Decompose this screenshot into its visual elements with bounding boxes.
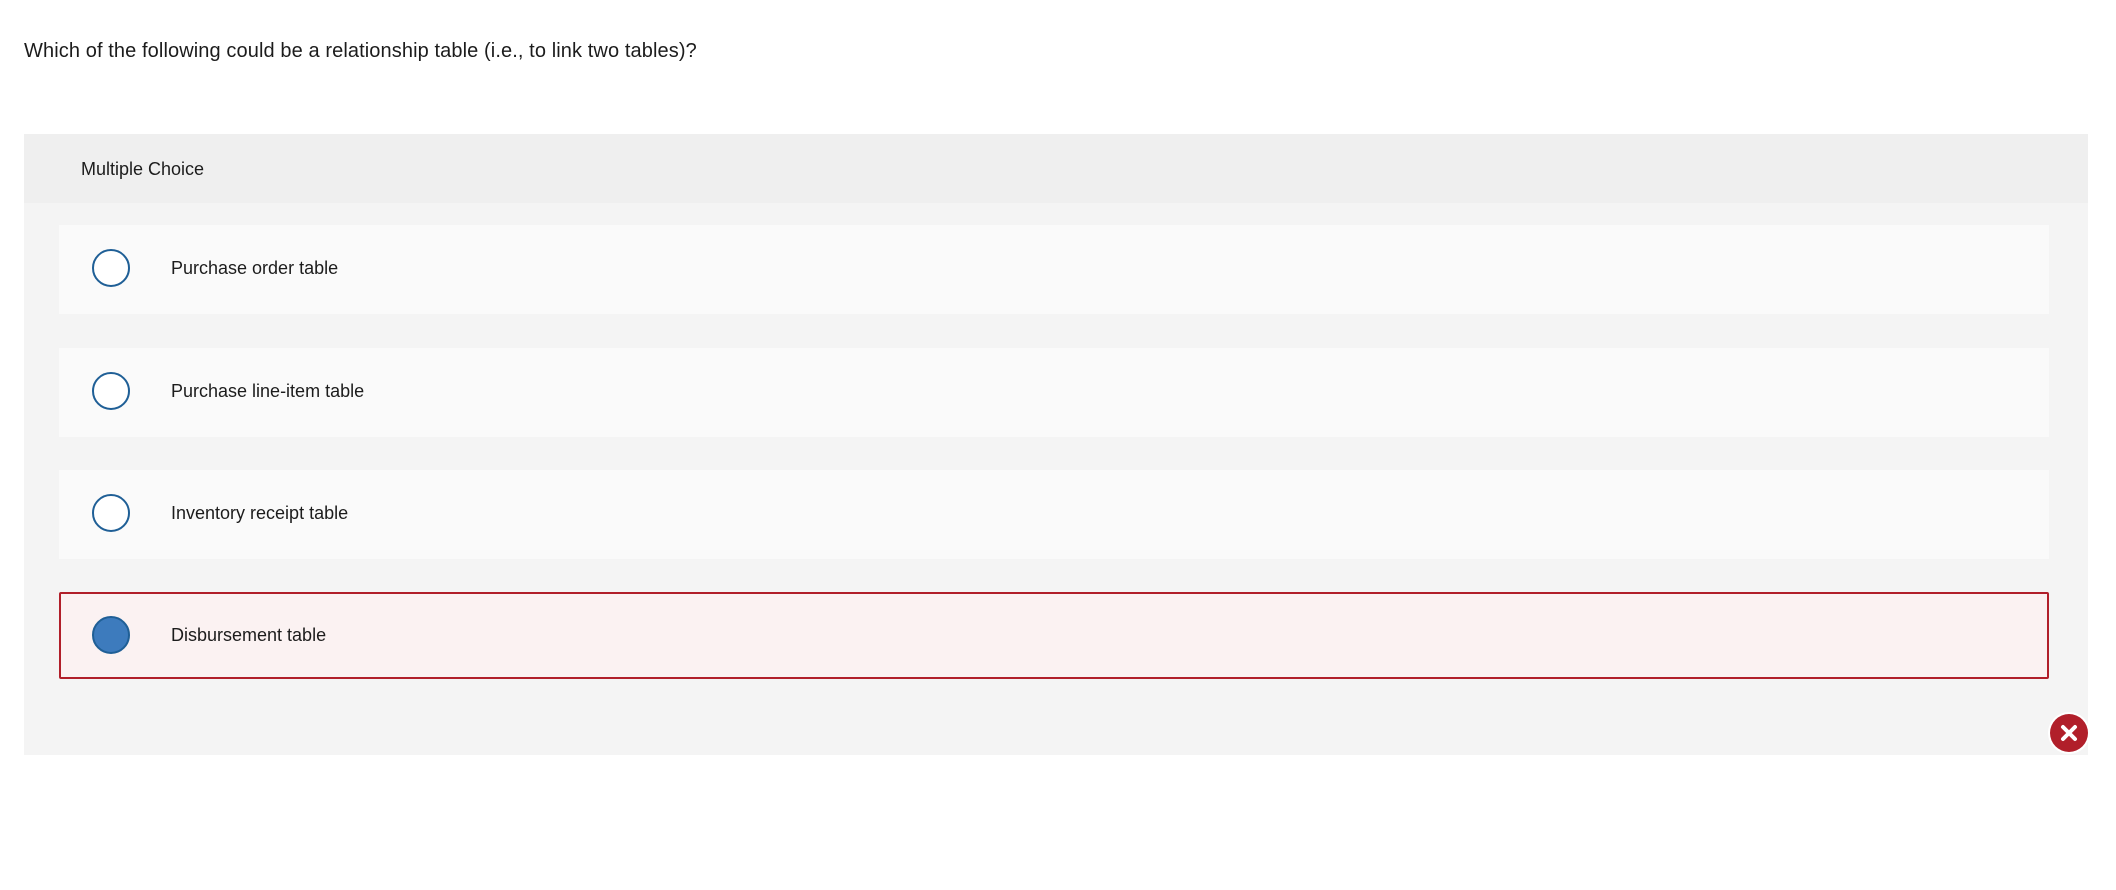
- panel-title: Multiple Choice: [81, 159, 205, 179]
- option-label: Disbursement table: [171, 625, 327, 645]
- answer-option-purchase-line-item[interactable]: Purchase line-item table: [59, 348, 2049, 437]
- option-label: Purchase order table: [171, 258, 339, 278]
- radio-button-selected[interactable]: [92, 616, 130, 654]
- answer-option-inventory-receipt[interactable]: Inventory receipt table: [59, 470, 2049, 559]
- option-label: Purchase line-item table: [171, 381, 365, 401]
- panel-header: Multiple Choice: [24, 134, 2088, 203]
- radio-button[interactable]: [92, 494, 130, 532]
- question-prompt: Which of the following could be a relati…: [24, 40, 697, 62]
- radio-button[interactable]: [92, 372, 130, 410]
- option-label: Inventory receipt table: [171, 503, 349, 523]
- close-icon: [2061, 725, 2077, 741]
- radio-button[interactable]: [92, 249, 130, 287]
- incorrect-answer-badge: [2050, 714, 2088, 752]
- answer-option-purchase-order[interactable]: Purchase order table: [59, 225, 2049, 314]
- answer-option-disbursement[interactable]: Disbursement table: [59, 592, 2049, 679]
- multiple-choice-panel: Multiple Choice Purchase order table Pur…: [24, 134, 2088, 755]
